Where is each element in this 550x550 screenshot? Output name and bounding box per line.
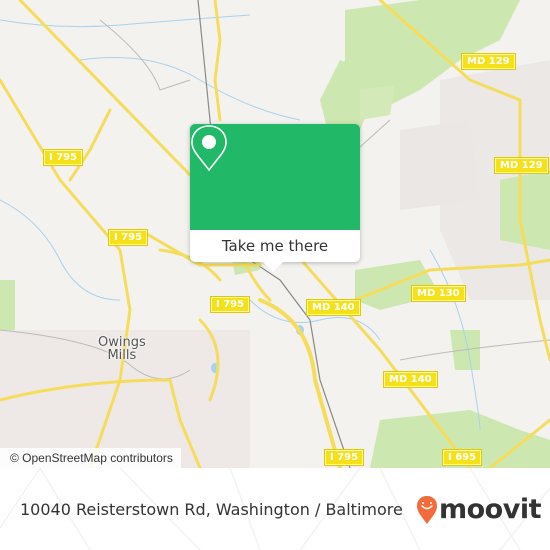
popup-pointer — [263, 262, 283, 272]
footer: 10040 Reisterstown Rd, Washington / Balt… — [0, 468, 550, 550]
road-shield-md140: MD 140 — [306, 299, 361, 316]
moovit-logo[interactable]: moovit — [416, 494, 542, 525]
map[interactable]: MD 129 MD 129 I 795 I 795 I 795 I 795 MD… — [0, 0, 550, 468]
road-shield-i795: I 795 — [107, 229, 149, 246]
road-shield-i795: I 795 — [209, 296, 251, 313]
road-shield-i795: I 795 — [42, 149, 84, 166]
moovit-wordmark: moovit — [439, 494, 542, 525]
road-shield-md130: MD 130 — [411, 285, 466, 302]
address-text: 10040 Reisterstown Rd, Washington / Balt… — [20, 500, 403, 519]
road-shield-i695: I 695 — [441, 449, 483, 466]
map-attribution[interactable]: © OpenStreetMap contributors — [0, 448, 181, 468]
take-me-there-button[interactable]: Take me there — [190, 230, 360, 262]
road-shield-md140: MD 140 — [383, 371, 438, 388]
location-pin-icon — [191, 125, 227, 172]
road-shield-md129: MD 129 — [494, 157, 549, 174]
road-shield-i795: I 795 — [323, 449, 365, 466]
popup-header — [190, 124, 360, 230]
road-shield-md129: MD 129 — [461, 53, 516, 70]
moovit-pin-icon — [417, 495, 437, 524]
location-popup: Take me there — [190, 124, 360, 272]
place-label-owings-mills: Owings Mills — [98, 335, 146, 363]
